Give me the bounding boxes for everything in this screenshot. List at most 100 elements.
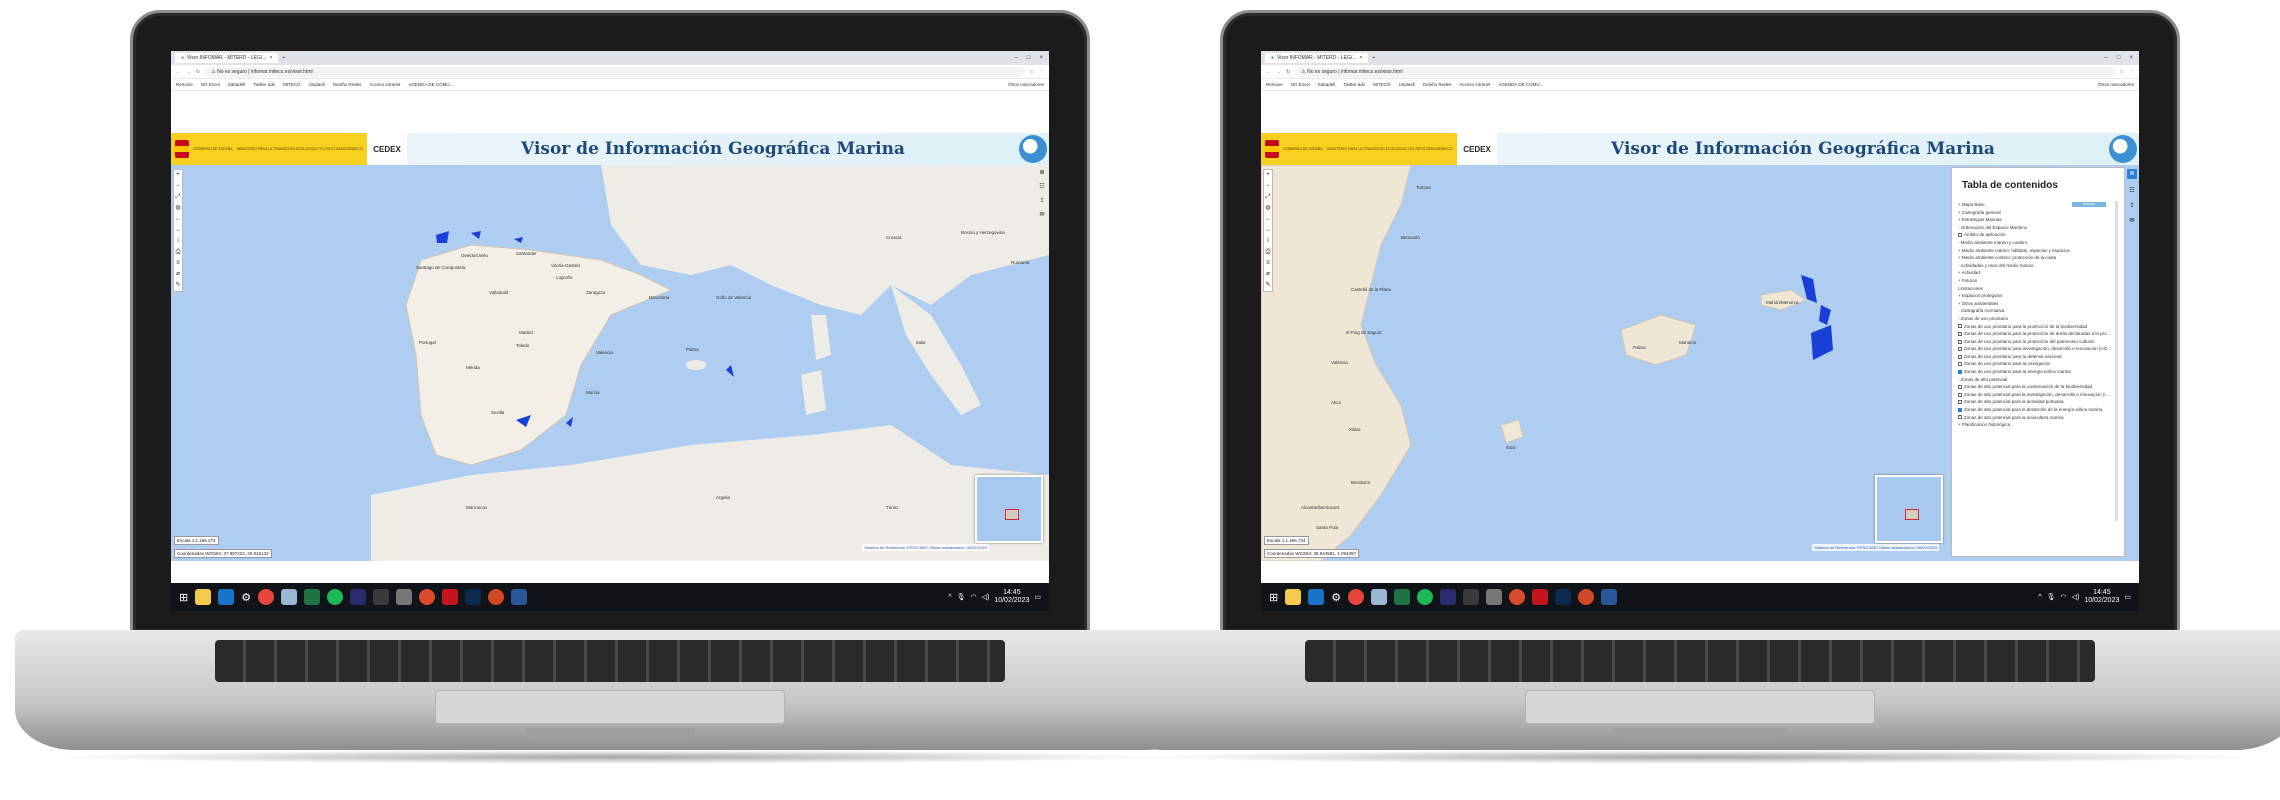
checkbox[interactable] bbox=[1958, 400, 1962, 405]
map-credits[interactable]: Sistema de Referencia: EPSG:3857 Última … bbox=[862, 544, 989, 551]
toc-item[interactable]: Zonas de uso prioritario para la protecc… bbox=[1958, 338, 2112, 346]
bookmark-item[interactable]: Unplash bbox=[309, 82, 326, 87]
toc-item[interactable]: Limitaciones bbox=[1958, 285, 2112, 293]
powerpoint-icon[interactable] bbox=[488, 589, 505, 605]
close-button[interactable]: × bbox=[1039, 55, 1043, 61]
powerpoint-icon[interactable] bbox=[1578, 589, 1595, 605]
url-field[interactable]: ⚠ No es seguro | infomar.miteco.es/visor… bbox=[1295, 66, 2115, 77]
bookmark-item[interactable]: Acceso intranet bbox=[1459, 82, 1490, 87]
globe-icon[interactable]: ◍ bbox=[1265, 203, 1270, 214]
star-icon[interactable]: ☆ bbox=[1030, 69, 1034, 75]
close-tab-icon[interactable]: × bbox=[1359, 55, 1362, 61]
browser-tab[interactable]: ● Visor INFOMAR - MITERD - LEG/... × bbox=[1265, 53, 1369, 63]
toc-item[interactable]: - Ordenación del Espacio Marítimo bbox=[1958, 224, 2112, 232]
checkbox-checked[interactable] bbox=[1958, 369, 1962, 374]
toc-item[interactable]: - Cartografía normativa bbox=[1958, 307, 2112, 315]
legend-icon[interactable]: ☷ bbox=[2129, 187, 2134, 194]
checkbox[interactable] bbox=[1958, 347, 1962, 352]
measure-icon[interactable]: ⌀ bbox=[1266, 269, 1270, 280]
acrobat-icon[interactable] bbox=[1532, 589, 1549, 605]
bookmark-item[interactable]: Sabadell bbox=[1318, 82, 1336, 87]
maximize-button[interactable]: □ bbox=[2117, 55, 2121, 61]
bookmark-item[interactable]: Remove bbox=[176, 82, 193, 87]
toc-item[interactable]: Zonas de uso prioritario para investigac… bbox=[1958, 345, 2112, 353]
toc-icon[interactable]: ≣ bbox=[1039, 169, 1044, 176]
toc-item[interactable]: Zonas de uso prioritario para la defensa… bbox=[1958, 353, 2112, 361]
excel-icon[interactable] bbox=[304, 589, 321, 605]
toc-ok-button[interactable]: Aceptar bbox=[2072, 202, 2106, 207]
toc-item[interactable]: + Medio ambiente costero: protección de … bbox=[1958, 254, 2112, 262]
print-icon[interactable]: ⎙ bbox=[176, 247, 181, 258]
forward-icon[interactable]: → bbox=[1276, 69, 1281, 75]
bookmark-item[interactable]: Twitter ads bbox=[253, 82, 275, 87]
spotify-icon[interactable] bbox=[327, 589, 344, 605]
forward-icon[interactable]: → bbox=[186, 69, 191, 75]
notifications-icon[interactable]: ▭ bbox=[2124, 593, 2131, 601]
checkbox[interactable] bbox=[1958, 233, 1962, 238]
premiere-icon[interactable] bbox=[1440, 589, 1457, 605]
toc-item[interactable]: Zonas de alto potencial para la acuicult… bbox=[1958, 414, 2112, 422]
info-icon[interactable]: i bbox=[1267, 236, 1268, 247]
bookmark-item[interactable]: Unplash bbox=[1399, 82, 1416, 87]
upload-icon[interactable]: ⇪ bbox=[2129, 202, 2134, 209]
toc-item[interactable]: Zonas de uso prioritario para la protecc… bbox=[1958, 323, 2112, 331]
url-field[interactable]: ⚠ No es seguro | infomar.miteco.es/visor… bbox=[205, 66, 1025, 77]
volume-icon[interactable]: ◁) bbox=[982, 593, 990, 601]
draw-icon[interactable]: ✎ bbox=[1265, 280, 1270, 291]
checkbox[interactable] bbox=[1958, 362, 1962, 367]
zoom-out-icon[interactable]: − bbox=[176, 181, 180, 192]
next-view-icon[interactable]: → bbox=[175, 225, 181, 236]
checkbox[interactable] bbox=[1958, 324, 1962, 329]
checkbox[interactable] bbox=[1958, 392, 1962, 397]
previous-view-icon[interactable]: ← bbox=[175, 214, 181, 225]
checkbox[interactable] bbox=[1958, 354, 1962, 359]
app-icon[interactable] bbox=[419, 589, 436, 605]
fullscreen-icon[interactable]: ⤢ bbox=[176, 192, 181, 203]
toc-item[interactable]: Zonas de alto potencial para el desarrol… bbox=[1958, 406, 2112, 414]
toc-item[interactable]: - Zonas de uso prioritario bbox=[1958, 315, 2112, 323]
chrome-icon[interactable] bbox=[258, 589, 275, 605]
toc-item[interactable]: + Otros ambientales bbox=[1958, 300, 2112, 308]
settings-icon[interactable]: ⚙ bbox=[241, 591, 251, 604]
toc-item[interactable]: - Medio ambiente marino y costero bbox=[1958, 239, 2112, 247]
map-credits[interactable]: Sistema de Referencia: EPSG:3857 Última … bbox=[1812, 544, 1939, 551]
toc-item[interactable]: + Actividad bbox=[1958, 269, 2112, 277]
print-icon[interactable]: ⎙ bbox=[1266, 247, 1271, 258]
windows-start-icon[interactable]: ⊞ bbox=[179, 591, 188, 604]
premiere-icon[interactable] bbox=[350, 589, 367, 605]
notes-icon[interactable] bbox=[281, 589, 298, 605]
maximize-button[interactable]: □ bbox=[1027, 55, 1031, 61]
other-bookmarks[interactable]: Otros marcadores bbox=[2098, 82, 2134, 87]
word-icon[interactable] bbox=[511, 589, 528, 605]
word-icon[interactable] bbox=[1601, 589, 1618, 605]
toc-item[interactable]: Zonas de uso prioritario para la protecc… bbox=[1958, 330, 2112, 338]
browser-tab[interactable]: ● Visor INFOMAR - MITERD - LEG/... × bbox=[175, 53, 279, 63]
file-explorer-icon[interactable] bbox=[1285, 589, 1302, 605]
outlook-icon[interactable] bbox=[1308, 589, 1325, 605]
chat-icon[interactable]: ✉ bbox=[1039, 211, 1044, 218]
clock[interactable]: 14:45 10/02/2023 bbox=[2084, 589, 2119, 605]
fullscreen-icon[interactable]: ⤢ bbox=[1266, 192, 1271, 203]
legend-icon[interactable]: ☷ bbox=[1039, 183, 1044, 190]
toc-item[interactable]: + Planificación hidrológica bbox=[1958, 421, 2112, 429]
chevron-up-icon[interactable]: ^ bbox=[948, 594, 951, 601]
toc-item[interactable]: - Actividades y usos del medio marino bbox=[1958, 262, 2112, 270]
app-icon[interactable] bbox=[1509, 589, 1526, 605]
toc-item[interactable]: Zonas de uso prioritario para la navegac… bbox=[1958, 360, 2112, 368]
bookmark-item[interactable]: NG Excel bbox=[201, 82, 220, 87]
close-tab-icon[interactable]: × bbox=[269, 55, 272, 61]
chevron-up-icon[interactable]: ^ bbox=[2038, 594, 2041, 601]
toc-item[interactable]: + Medio ambiente marino: hábitats, espec… bbox=[1958, 247, 2112, 255]
toc-item[interactable]: + Espacios protegidos bbox=[1958, 292, 2112, 300]
other-bookmarks[interactable]: Otros marcadores bbox=[1008, 82, 1044, 87]
toc-icon[interactable]: ≣ bbox=[2127, 169, 2137, 179]
clock[interactable]: 14:45 10/02/2023 bbox=[994, 589, 1029, 605]
bookmark-item[interactable]: AGENDA DE COMU... bbox=[408, 82, 453, 87]
new-tab-icon[interactable]: + bbox=[282, 55, 285, 61]
windows-start-icon[interactable]: ⊞ bbox=[1269, 591, 1278, 604]
chat-icon[interactable]: ✉ bbox=[2129, 217, 2134, 224]
wifi-icon[interactable]: ◠ bbox=[2061, 593, 2067, 601]
overview-map[interactable] bbox=[975, 475, 1043, 543]
close-button[interactable]: × bbox=[2129, 55, 2133, 61]
toc-item[interactable]: - Zonas de alto potencial bbox=[1958, 376, 2112, 384]
